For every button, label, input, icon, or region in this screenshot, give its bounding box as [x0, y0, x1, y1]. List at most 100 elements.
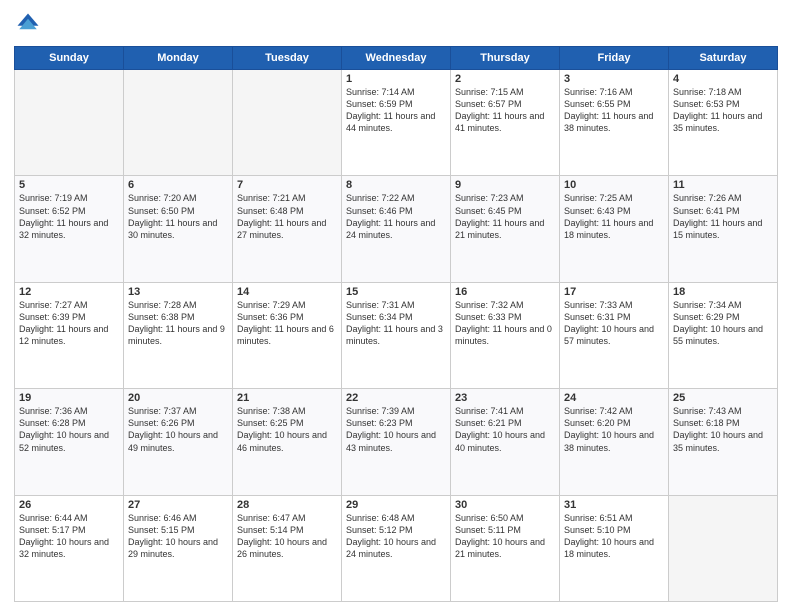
day-number: 16 — [455, 286, 555, 298]
day-number: 15 — [346, 286, 446, 298]
day-number: 21 — [237, 392, 337, 404]
day-number: 5 — [19, 179, 119, 191]
calendar-cell: 16Sunrise: 7:32 AM Sunset: 6:33 PM Dayli… — [451, 282, 560, 388]
calendar-cell: 31Sunrise: 6:51 AM Sunset: 5:10 PM Dayli… — [560, 495, 669, 601]
day-number: 13 — [128, 286, 228, 298]
day-header-saturday: Saturday — [669, 47, 778, 70]
day-info: Sunrise: 7:16 AM Sunset: 6:55 PM Dayligh… — [564, 86, 664, 135]
calendar-cell: 27Sunrise: 6:46 AM Sunset: 5:15 PM Dayli… — [124, 495, 233, 601]
day-number: 1 — [346, 73, 446, 85]
day-info: Sunrise: 7:22 AM Sunset: 6:46 PM Dayligh… — [346, 192, 446, 241]
day-info: Sunrise: 7:39 AM Sunset: 6:23 PM Dayligh… — [346, 405, 446, 454]
day-number: 14 — [237, 286, 337, 298]
calendar-week-row: 1Sunrise: 7:14 AM Sunset: 6:59 PM Daylig… — [15, 70, 778, 176]
day-number: 30 — [455, 499, 555, 511]
calendar-cell: 4Sunrise: 7:18 AM Sunset: 6:53 PM Daylig… — [669, 70, 778, 176]
day-info: Sunrise: 7:41 AM Sunset: 6:21 PM Dayligh… — [455, 405, 555, 454]
day-number: 27 — [128, 499, 228, 511]
day-info: Sunrise: 6:48 AM Sunset: 5:12 PM Dayligh… — [346, 512, 446, 561]
day-number: 24 — [564, 392, 664, 404]
header — [14, 10, 778, 38]
calendar-week-row: 12Sunrise: 7:27 AM Sunset: 6:39 PM Dayli… — [15, 282, 778, 388]
day-number: 10 — [564, 179, 664, 191]
calendar-cell: 15Sunrise: 7:31 AM Sunset: 6:34 PM Dayli… — [342, 282, 451, 388]
day-number: 28 — [237, 499, 337, 511]
calendar-cell: 22Sunrise: 7:39 AM Sunset: 6:23 PM Dayli… — [342, 389, 451, 495]
calendar-cell: 23Sunrise: 7:41 AM Sunset: 6:21 PM Dayli… — [451, 389, 560, 495]
day-number: 11 — [673, 179, 773, 191]
day-info: Sunrise: 7:34 AM Sunset: 6:29 PM Dayligh… — [673, 299, 773, 348]
calendar-cell: 9Sunrise: 7:23 AM Sunset: 6:45 PM Daylig… — [451, 176, 560, 282]
calendar-cell: 29Sunrise: 6:48 AM Sunset: 5:12 PM Dayli… — [342, 495, 451, 601]
calendar-cell: 17Sunrise: 7:33 AM Sunset: 6:31 PM Dayli… — [560, 282, 669, 388]
day-info: Sunrise: 7:19 AM Sunset: 6:52 PM Dayligh… — [19, 192, 119, 241]
calendar-cell: 18Sunrise: 7:34 AM Sunset: 6:29 PM Dayli… — [669, 282, 778, 388]
day-number: 2 — [455, 73, 555, 85]
day-number: 19 — [19, 392, 119, 404]
day-info: Sunrise: 7:14 AM Sunset: 6:59 PM Dayligh… — [346, 86, 446, 135]
day-info: Sunrise: 7:23 AM Sunset: 6:45 PM Dayligh… — [455, 192, 555, 241]
day-number: 31 — [564, 499, 664, 511]
calendar-cell: 8Sunrise: 7:22 AM Sunset: 6:46 PM Daylig… — [342, 176, 451, 282]
day-info: Sunrise: 7:42 AM Sunset: 6:20 PM Dayligh… — [564, 405, 664, 454]
day-info: Sunrise: 7:31 AM Sunset: 6:34 PM Dayligh… — [346, 299, 446, 348]
day-header-monday: Monday — [124, 47, 233, 70]
calendar-header-row: SundayMondayTuesdayWednesdayThursdayFrid… — [15, 47, 778, 70]
calendar-cell — [233, 70, 342, 176]
calendar-cell: 10Sunrise: 7:25 AM Sunset: 6:43 PM Dayli… — [560, 176, 669, 282]
calendar-cell: 26Sunrise: 6:44 AM Sunset: 5:17 PM Dayli… — [15, 495, 124, 601]
day-header-thursday: Thursday — [451, 47, 560, 70]
day-number: 4 — [673, 73, 773, 85]
calendar-cell — [669, 495, 778, 601]
day-number: 7 — [237, 179, 337, 191]
day-header-friday: Friday — [560, 47, 669, 70]
day-info: Sunrise: 6:51 AM Sunset: 5:10 PM Dayligh… — [564, 512, 664, 561]
day-info: Sunrise: 6:46 AM Sunset: 5:15 PM Dayligh… — [128, 512, 228, 561]
day-info: Sunrise: 7:33 AM Sunset: 6:31 PM Dayligh… — [564, 299, 664, 348]
day-header-tuesday: Tuesday — [233, 47, 342, 70]
calendar-cell: 25Sunrise: 7:43 AM Sunset: 6:18 PM Dayli… — [669, 389, 778, 495]
day-number: 25 — [673, 392, 773, 404]
day-number: 18 — [673, 286, 773, 298]
day-info: Sunrise: 7:25 AM Sunset: 6:43 PM Dayligh… — [564, 192, 664, 241]
day-number: 3 — [564, 73, 664, 85]
day-info: Sunrise: 7:37 AM Sunset: 6:26 PM Dayligh… — [128, 405, 228, 454]
calendar-cell: 12Sunrise: 7:27 AM Sunset: 6:39 PM Dayli… — [15, 282, 124, 388]
day-number: 22 — [346, 392, 446, 404]
day-info: Sunrise: 7:28 AM Sunset: 6:38 PM Dayligh… — [128, 299, 228, 348]
day-info: Sunrise: 6:50 AM Sunset: 5:11 PM Dayligh… — [455, 512, 555, 561]
calendar-cell: 7Sunrise: 7:21 AM Sunset: 6:48 PM Daylig… — [233, 176, 342, 282]
calendar: SundayMondayTuesdayWednesdayThursdayFrid… — [14, 46, 778, 602]
day-number: 12 — [19, 286, 119, 298]
day-info: Sunrise: 7:32 AM Sunset: 6:33 PM Dayligh… — [455, 299, 555, 348]
calendar-cell: 11Sunrise: 7:26 AM Sunset: 6:41 PM Dayli… — [669, 176, 778, 282]
logo-icon — [14, 10, 42, 38]
day-info: Sunrise: 7:21 AM Sunset: 6:48 PM Dayligh… — [237, 192, 337, 241]
calendar-cell: 1Sunrise: 7:14 AM Sunset: 6:59 PM Daylig… — [342, 70, 451, 176]
calendar-cell: 3Sunrise: 7:16 AM Sunset: 6:55 PM Daylig… — [560, 70, 669, 176]
day-info: Sunrise: 7:27 AM Sunset: 6:39 PM Dayligh… — [19, 299, 119, 348]
day-number: 17 — [564, 286, 664, 298]
page: SundayMondayTuesdayWednesdayThursdayFrid… — [0, 0, 792, 612]
calendar-week-row: 19Sunrise: 7:36 AM Sunset: 6:28 PM Dayli… — [15, 389, 778, 495]
day-number: 9 — [455, 179, 555, 191]
calendar-cell: 13Sunrise: 7:28 AM Sunset: 6:38 PM Dayli… — [124, 282, 233, 388]
day-info: Sunrise: 7:43 AM Sunset: 6:18 PM Dayligh… — [673, 405, 773, 454]
logo — [14, 10, 46, 38]
calendar-cell: 5Sunrise: 7:19 AM Sunset: 6:52 PM Daylig… — [15, 176, 124, 282]
day-number: 6 — [128, 179, 228, 191]
calendar-cell: 6Sunrise: 7:20 AM Sunset: 6:50 PM Daylig… — [124, 176, 233, 282]
day-info: Sunrise: 7:20 AM Sunset: 6:50 PM Dayligh… — [128, 192, 228, 241]
day-info: Sunrise: 7:18 AM Sunset: 6:53 PM Dayligh… — [673, 86, 773, 135]
day-info: Sunrise: 6:47 AM Sunset: 5:14 PM Dayligh… — [237, 512, 337, 561]
calendar-cell: 20Sunrise: 7:37 AM Sunset: 6:26 PM Dayli… — [124, 389, 233, 495]
day-header-wednesday: Wednesday — [342, 47, 451, 70]
day-info: Sunrise: 6:44 AM Sunset: 5:17 PM Dayligh… — [19, 512, 119, 561]
calendar-cell: 24Sunrise: 7:42 AM Sunset: 6:20 PM Dayli… — [560, 389, 669, 495]
calendar-cell: 30Sunrise: 6:50 AM Sunset: 5:11 PM Dayli… — [451, 495, 560, 601]
day-number: 23 — [455, 392, 555, 404]
calendar-cell — [15, 70, 124, 176]
day-number: 8 — [346, 179, 446, 191]
calendar-cell: 2Sunrise: 7:15 AM Sunset: 6:57 PM Daylig… — [451, 70, 560, 176]
day-header-sunday: Sunday — [15, 47, 124, 70]
